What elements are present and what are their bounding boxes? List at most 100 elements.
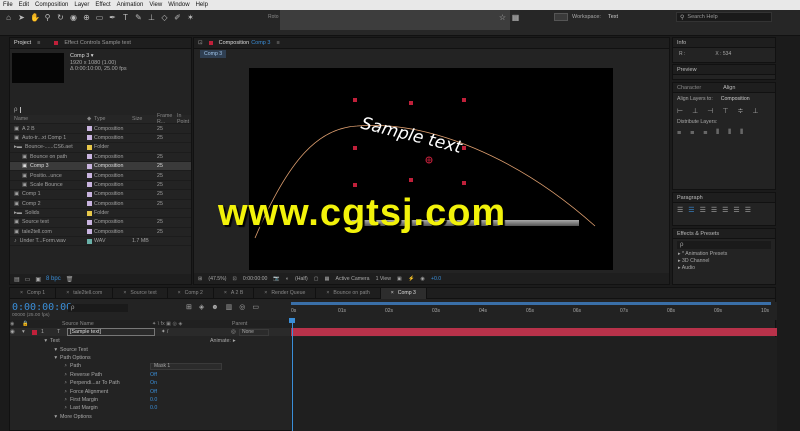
bounding-handle[interactable]: [462, 146, 466, 150]
property-row[interactable]: ▾ More Options: [10, 413, 290, 421]
tab-preview[interactable]: Preview: [677, 67, 697, 73]
distribute-vcenter-icon[interactable]: ≡: [690, 130, 694, 137]
tab-paragraph[interactable]: Paragraph: [677, 195, 703, 201]
layer-row[interactable]: ◉ ▾ 1 T [Sample text] ✦ / ◎ None: [10, 328, 290, 337]
align-hcenter-icon[interactable]: ⊥: [692, 107, 698, 115]
item-label[interactable]: [84, 182, 94, 188]
visibility-icon[interactable]: ◉: [10, 329, 22, 335]
playhead[interactable]: [292, 320, 293, 431]
effects-category[interactable]: ▸ * Animation Presets: [678, 251, 775, 258]
expand-arrow-icon[interactable]: ▾: [10, 414, 60, 420]
item-label[interactable]: [84, 210, 94, 216]
frame-blending-icon[interactable]: ▥: [226, 303, 233, 311]
item-label[interactable]: [84, 191, 94, 197]
grid-icon[interactable]: ⊞: [198, 276, 202, 282]
col-parent[interactable]: Parent: [232, 321, 247, 327]
zoom-level[interactable]: (47.5%): [208, 276, 226, 282]
align-vcenter-icon[interactable]: ≑: [737, 107, 743, 115]
layer-switches-icon[interactable]: ✦ /: [155, 329, 231, 335]
new-folder-icon[interactable]: ▭: [25, 276, 31, 283]
col-name[interactable]: Name: [10, 116, 84, 122]
interpret-footage-icon[interactable]: ▤: [14, 276, 20, 283]
close-icon[interactable]: ×: [224, 290, 227, 296]
lock-icon[interactable]: ⊡: [198, 40, 203, 46]
stopwatch-icon[interactable]: ◔: [10, 372, 70, 378]
expand-arrow-icon[interactable]: ▾: [22, 329, 32, 335]
track-area[interactable]: [291, 337, 777, 431]
stopwatch-icon[interactable]: ◔: [10, 363, 70, 369]
close-icon[interactable]: ×: [264, 290, 267, 296]
clone-stamp-icon[interactable]: ⊥: [147, 13, 156, 22]
playhead-handle[interactable]: [289, 318, 295, 323]
timeline-search[interactable]: ρ: [68, 304, 128, 312]
distribute-hcenter-icon[interactable]: ⫴: [728, 129, 731, 137]
stopwatch-icon[interactable]: ◔: [10, 380, 70, 386]
project-item[interactable]: ▣ Comp 2 Composition 25: [10, 200, 191, 209]
workspace-toggle[interactable]: [554, 13, 568, 21]
property-row[interactable]: ◔ Reverse Path Off: [10, 371, 290, 379]
label-col-icon[interactable]: ◆: [84, 116, 94, 122]
close-icon[interactable]: ×: [123, 290, 126, 296]
project-item[interactable]: ▣ A 2 B Composition 25: [10, 124, 191, 134]
close-icon[interactable]: ×: [66, 290, 69, 296]
item-label[interactable]: [84, 126, 94, 132]
panel-menu-icon[interactable]: ≡: [276, 40, 279, 46]
project-item[interactable]: ▸▬ Bounce-......CS6.aet Folder: [10, 143, 191, 153]
draft-3d-icon[interactable]: ◈: [199, 303, 204, 311]
property-row[interactable]: ◔ Last Margin 0.0: [10, 404, 290, 412]
av-features-icon[interactable]: ◉: [10, 321, 22, 327]
roto-brush-icon[interactable]: ✐: [173, 13, 182, 22]
tab-effect-controls[interactable]: Effect Controls Sample text: [64, 40, 131, 46]
timeline-tab[interactable]: × Source text: [113, 287, 168, 299]
justify-center-icon[interactable]: ☰: [688, 206, 694, 214]
bounding-handle[interactable]: [462, 181, 466, 185]
menu-view[interactable]: View: [149, 2, 162, 8]
project-item[interactable]: ▸▬ Solids Folder: [10, 209, 191, 219]
shy-layers-icon[interactable]: ☻: [211, 304, 218, 311]
parent-select[interactable]: None: [239, 328, 269, 336]
search-help-box[interactable]: ⚲ Search Help: [676, 12, 772, 22]
menu-composition[interactable]: Composition: [35, 2, 68, 8]
fast-preview-icon[interactable]: ⚡: [408, 276, 414, 282]
subtab-comp[interactable]: Comp 3: [200, 49, 227, 58]
exposure-value[interactable]: +0.0: [431, 276, 441, 282]
close-icon[interactable]: ×: [20, 290, 23, 296]
property-row[interactable]: ◔ First Margin 0.0: [10, 396, 290, 404]
snapshot-icon[interactable]: 📷: [273, 276, 279, 282]
align-icon[interactable]: ▦: [511, 13, 520, 22]
project-item[interactable]: ♪ Under T...Form.wav WAV 1.7 MB: [10, 237, 191, 247]
timeline-tab[interactable]: × Comp 2: [168, 287, 214, 299]
project-item[interactable]: ▣ Scale Bounce Composition 25: [10, 181, 191, 191]
project-item[interactable]: ▣ Auto-tr...xt Comp 1 Composition 25: [10, 134, 191, 144]
property-row[interactable]: ◔ Force Alignment Off: [10, 387, 290, 395]
bounding-handle[interactable]: [353, 183, 357, 187]
property-row[interactable]: ◔ Path Mask 1: [10, 362, 290, 370]
item-label[interactable]: [84, 135, 94, 141]
menu-edit[interactable]: Edit: [19, 2, 29, 8]
stopwatch-icon[interactable]: ◔: [10, 405, 70, 411]
item-label[interactable]: [84, 229, 94, 235]
panel-menu-icon[interactable]: ≡: [37, 40, 40, 46]
switches-col-icon[interactable]: ✦ \ fx ▣ ◎ ◈: [152, 321, 232, 327]
new-comp-icon[interactable]: ▣: [35, 276, 41, 283]
timeline-tab[interactable]: × Comp 3: [380, 287, 427, 299]
menu-file[interactable]: File: [3, 2, 13, 8]
col-source-name[interactable]: Source Name: [62, 321, 152, 327]
layer-name[interactable]: [Sample text]: [67, 328, 155, 337]
property-value[interactable]: Off: [150, 372, 157, 378]
pan-behind-icon[interactable]: ⊕: [82, 13, 91, 22]
align-target-select[interactable]: Composition: [721, 96, 750, 102]
snap-icon[interactable]: ☆: [498, 13, 507, 22]
tab-character[interactable]: Character: [677, 85, 701, 91]
justify-last-left-icon[interactable]: ☰: [711, 206, 717, 214]
work-area-bar[interactable]: [291, 302, 771, 305]
label-color[interactable]: [32, 329, 37, 335]
safe-zones-icon[interactable]: ⊡: [233, 276, 237, 282]
layer-duration-bar[interactable]: [291, 328, 777, 336]
align-right-icon[interactable]: ⊣: [707, 107, 713, 115]
bounding-handle[interactable]: [462, 98, 466, 102]
view-layout-select[interactable]: 1 View: [376, 276, 391, 282]
justify-last-center-icon[interactable]: ☰: [722, 206, 728, 214]
tab-info[interactable]: Info: [677, 40, 686, 46]
toggle-pixel-icon[interactable]: ▣: [397, 276, 402, 282]
